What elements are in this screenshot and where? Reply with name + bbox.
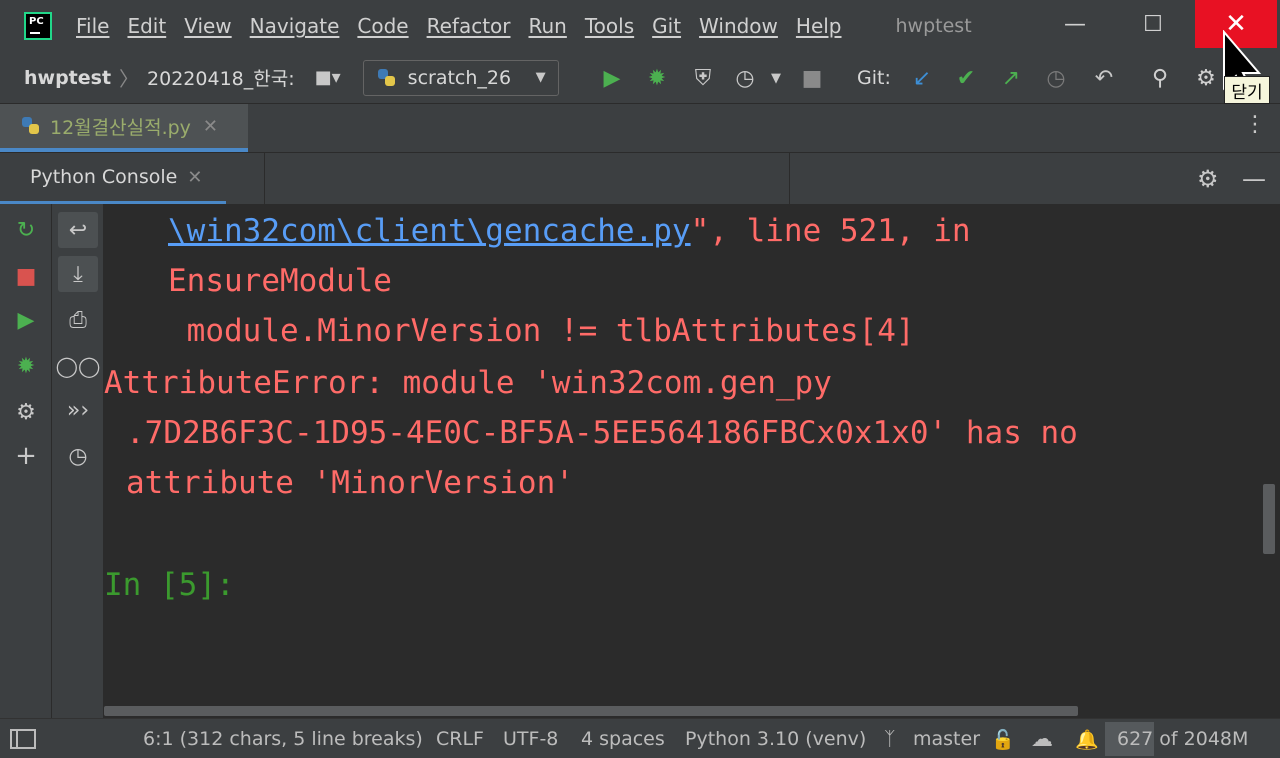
debug-icon[interactable]: ✹	[642, 52, 672, 104]
git-commit-icon[interactable]: ✔	[952, 52, 980, 104]
git-label: Git:	[857, 67, 891, 89]
tool-window-header: Python Console ✕ ⚙ —	[0, 152, 1280, 205]
status-bar: 6:1 (312 chars, 5 line breaks) CRLF UTF-…	[0, 718, 1280, 758]
vertical-scroll-thumb[interactable]	[1263, 484, 1275, 554]
search-icon[interactable]: ⚲	[1146, 52, 1174, 104]
memory-indicator[interactable]: 627 of 2048M	[1105, 722, 1265, 756]
editor-tab-bar: 12월결산실적.py ✕	[0, 104, 1280, 152]
rollback-icon[interactable]: ↶	[1090, 52, 1118, 104]
menu-git[interactable]: Git	[652, 14, 681, 38]
command-queue-icon[interactable]: »›	[58, 392, 98, 428]
menu-tools[interactable]: Tools	[585, 14, 634, 38]
vertical-scrollbar[interactable]	[1262, 204, 1280, 718]
user-dropdown-icon[interactable]: ■▾	[315, 67, 341, 88]
traceback-file-link[interactable]: \win32com\client\gencache.py	[168, 213, 691, 249]
chevron-down-icon: ▼	[535, 70, 546, 85]
stop-icon[interactable]: ■	[6, 258, 46, 294]
print-icon[interactable]: ⎙	[58, 302, 98, 338]
soft-wrap-icon[interactable]: ↩	[58, 212, 98, 248]
breadcrumb-separator-icon: 〉	[119, 67, 140, 91]
toggle-tool-windows-icon[interactable]	[10, 719, 36, 758]
console-output[interactable]: \win32com\client\gencache.py", line 521,…	[104, 204, 1262, 704]
cloud-settings-icon[interactable]: ☁	[1031, 719, 1053, 758]
close-tab-icon[interactable]: ✕	[187, 167, 202, 188]
menu-window[interactable]: Window	[699, 14, 778, 38]
python-interpreter[interactable]: Python 3.10 (venv)	[685, 719, 866, 758]
traceback-code-line: module.MinorVersion != tlbAttributes[4]	[168, 313, 915, 349]
navigation-bar: hwptest 〉 20220418_한국: ■▾ scratch_26 ▼	[0, 52, 1280, 104]
git-branch-icon: ᛉ	[884, 728, 896, 750]
stop-icon[interactable]: ■	[800, 52, 824, 104]
execute-icon[interactable]: ▶	[6, 302, 46, 338]
git-update-icon[interactable]: ↙	[908, 52, 936, 104]
notifications-icon[interactable]: 🔔	[1075, 719, 1099, 758]
error-line: attribute 'MinorVersion'	[126, 465, 574, 501]
menu-file[interactable]: File	[76, 14, 109, 38]
console-view-toolbar: ↩ ⤓ ⎙ ◯◯ »› ◷	[52, 204, 104, 718]
logo-text: PC	[29, 16, 44, 27]
git-push-icon[interactable]: ↗	[997, 52, 1025, 104]
tab-python-console[interactable]: Python Console ✕	[0, 153, 226, 205]
tooltip: 닫기	[1224, 76, 1270, 104]
menu-edit[interactable]: Edit	[127, 14, 166, 38]
caret-position[interactable]: 6:1 (312 chars, 5 line breaks)	[143, 719, 423, 758]
menu-navigate[interactable]: Navigate	[250, 14, 340, 38]
gear-icon[interactable]: ⚙	[1197, 153, 1219, 205]
add-icon[interactable]: +	[6, 438, 46, 474]
horizontal-scroll-thumb[interactable]	[104, 706, 1078, 716]
menu-code[interactable]: Code	[357, 14, 408, 38]
error-line: .7D2B6F3C-1D95-4E0C-BF5A-5EE564186FBCx0x…	[126, 415, 1078, 451]
memory-label: 627 of 2048M	[1117, 728, 1249, 750]
more-options-icon[interactable]: ⋮	[1244, 112, 1266, 137]
input-prompt: In [5]:	[104, 567, 235, 603]
divider	[789, 153, 790, 205]
more-run-chevron-icon[interactable]: ▼	[766, 52, 786, 104]
traceback-line: EnsureModule	[168, 263, 392, 299]
git-branch[interactable]: master	[913, 719, 980, 758]
run-icon[interactable]: ▶	[598, 52, 626, 104]
file-encoding[interactable]: UTF-8	[503, 719, 558, 758]
tab-python-console-label: Python Console	[30, 166, 178, 188]
coverage-icon[interactable]: ⛨	[688, 52, 718, 104]
run-config-label: scratch_26	[407, 66, 512, 89]
show-variables-icon[interactable]: ◯◯	[56, 348, 101, 384]
menu-refactor[interactable]: Refactor	[427, 14, 511, 38]
error-line: AttributeError: module 'win32com.gen_py	[104, 365, 832, 401]
divider	[264, 153, 265, 205]
profile-icon[interactable]: ◷	[730, 52, 760, 104]
breadcrumb-project[interactable]: hwptest	[24, 67, 111, 89]
menu-run[interactable]: Run	[529, 14, 567, 38]
git-history-icon[interactable]: ◷	[1042, 52, 1070, 104]
window-title: hwptest	[895, 15, 972, 37]
python-icon	[377, 68, 395, 86]
indent-setting[interactable]: 4 spaces	[581, 719, 665, 758]
lock-icon[interactable]: 🔓	[991, 719, 1015, 758]
scroll-to-end-icon[interactable]: ⤓	[58, 256, 98, 292]
settings-icon[interactable]: ⚙	[6, 394, 46, 430]
gear-icon[interactable]: ⚙	[1192, 52, 1220, 104]
breadcrumb-path[interactable]: 20220418_한국:	[147, 64, 295, 91]
minimize-button[interactable]: —	[1040, 0, 1110, 48]
debug-icon[interactable]: ✹	[6, 348, 46, 384]
tab-file[interactable]: 12월결산실적.py ✕	[0, 104, 248, 152]
traceback-line: \win32com\client\gencache.py", line 521,…	[168, 206, 971, 256]
line-separator[interactable]: CRLF	[436, 719, 484, 758]
menu-help[interactable]: Help	[796, 14, 842, 38]
python-file-icon	[22, 117, 39, 134]
console-action-toolbar: ↻ ■ ▶ ✹ ⚙ +	[0, 204, 52, 718]
menu-view[interactable]: View	[184, 14, 231, 38]
run-config-select[interactable]: scratch_26 ▼	[362, 59, 559, 96]
rerun-icon[interactable]: ↻	[6, 212, 46, 248]
hide-icon[interactable]: —	[1242, 153, 1266, 205]
maximize-button[interactable]: ☐	[1118, 0, 1188, 48]
tab-file-label: 12월결산실적.py	[50, 116, 191, 139]
history-icon[interactable]: ◷	[58, 438, 98, 474]
close-tab-icon[interactable]: ✕	[203, 116, 218, 137]
pycharm-logo-icon[interactable]: PC	[24, 12, 52, 40]
traceback-line-rest: ", line 521, in	[690, 213, 971, 249]
